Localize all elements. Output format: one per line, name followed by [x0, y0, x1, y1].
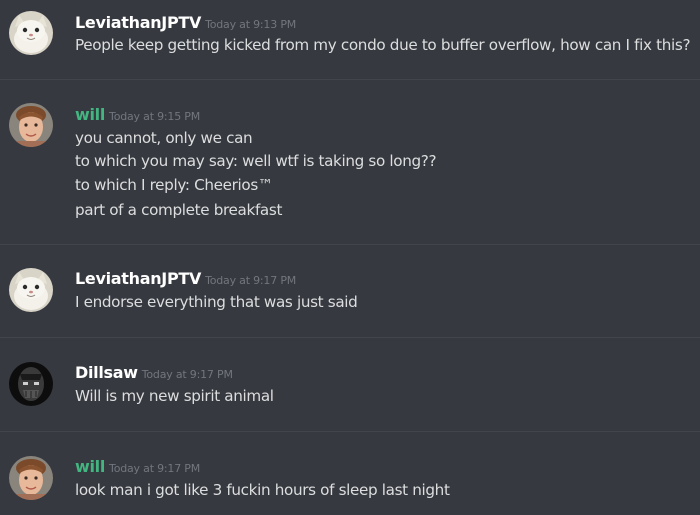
message-divider [0, 337, 700, 338]
person-avatar-icon[interactable] [9, 456, 53, 500]
message-text: People keep getting kicked from my condo… [75, 36, 691, 54]
masked-figure-avatar-icon[interactable] [9, 362, 53, 406]
username[interactable]: LeviathanJPTV [75, 269, 201, 288]
message-text: Will is my new spirit animal [75, 387, 274, 405]
username[interactable]: LeviathanJPTV [75, 13, 201, 32]
message-text: to which I reply: Cheerios™ [75, 176, 273, 194]
message-text: I endorse everything that was just said [75, 293, 358, 311]
username[interactable]: will [75, 457, 105, 476]
cat-avatar-icon[interactable] [9, 11, 53, 55]
message-divider [0, 431, 700, 432]
message-text: to which you may say: well wtf is taking… [75, 152, 437, 170]
message-text: you cannot, only we can [75, 129, 253, 147]
person-avatar-icon[interactable] [9, 103, 53, 147]
message-divider [0, 244, 700, 245]
message-divider [0, 79, 700, 80]
username[interactable]: Dillsaw [75, 363, 138, 382]
message-text: part of a complete breakfast [75, 201, 283, 219]
timestamp: Today at 9:15 PM [109, 110, 201, 123]
timestamp: Today at 9:13 PM [205, 18, 297, 31]
timestamp: Today at 9:17 PM [109, 462, 201, 475]
timestamp: Today at 9:17 PM [141, 368, 233, 381]
username[interactable]: will [75, 105, 105, 124]
timestamp: Today at 9:17 PM [205, 274, 297, 287]
message-text: look man i got like 3 fuckin hours of sl… [75, 481, 450, 499]
cat-avatar-icon[interactable] [9, 268, 53, 312]
